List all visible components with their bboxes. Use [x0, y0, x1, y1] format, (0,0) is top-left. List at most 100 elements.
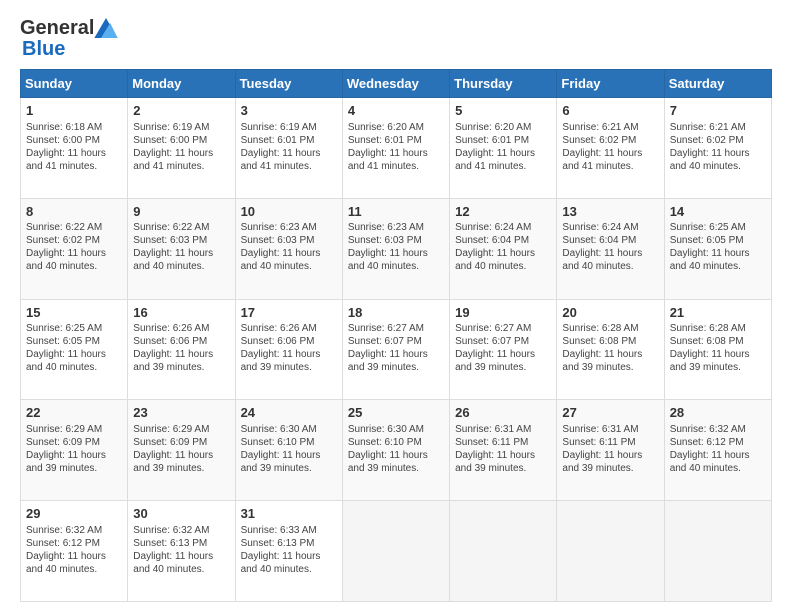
day-info: Sunrise: 6:22 AM Sunset: 6:02 PM Dayligh… [26, 221, 122, 273]
day-info: Sunrise: 6:18 AM Sunset: 6:00 PM Dayligh… [26, 121, 122, 173]
day-number: 21 [670, 304, 766, 322]
calendar-day [450, 501, 557, 602]
calendar-day: 16Sunrise: 6:26 AM Sunset: 6:06 PM Dayli… [128, 299, 235, 400]
calendar-day: 27Sunrise: 6:31 AM Sunset: 6:11 PM Dayli… [557, 400, 664, 501]
calendar-day: 13Sunrise: 6:24 AM Sunset: 6:04 PM Dayli… [557, 198, 664, 299]
day-number: 16 [133, 304, 229, 322]
day-info: Sunrise: 6:27 AM Sunset: 6:07 PM Dayligh… [348, 322, 444, 374]
day-number: 5 [455, 102, 551, 120]
day-number: 6 [562, 102, 658, 120]
calendar-day: 28Sunrise: 6:32 AM Sunset: 6:12 PM Dayli… [664, 400, 771, 501]
calendar-day: 26Sunrise: 6:31 AM Sunset: 6:11 PM Dayli… [450, 400, 557, 501]
day-number: 2 [133, 102, 229, 120]
day-info: Sunrise: 6:26 AM Sunset: 6:06 PM Dayligh… [133, 322, 229, 374]
day-number: 12 [455, 203, 551, 221]
day-number: 19 [455, 304, 551, 322]
day-info: Sunrise: 6:22 AM Sunset: 6:03 PM Dayligh… [133, 221, 229, 273]
day-number: 28 [670, 404, 766, 422]
calendar-day: 20Sunrise: 6:28 AM Sunset: 6:08 PM Dayli… [557, 299, 664, 400]
day-number: 29 [26, 505, 122, 523]
day-number: 20 [562, 304, 658, 322]
logo-general-text: General [20, 18, 94, 38]
calendar-day: 22Sunrise: 6:29 AM Sunset: 6:09 PM Dayli… [21, 400, 128, 501]
day-number: 15 [26, 304, 122, 322]
day-info: Sunrise: 6:24 AM Sunset: 6:04 PM Dayligh… [455, 221, 551, 273]
calendar-week-3: 15Sunrise: 6:25 AM Sunset: 6:05 PM Dayli… [21, 299, 772, 400]
calendar-week-2: 8Sunrise: 6:22 AM Sunset: 6:02 PM Daylig… [21, 198, 772, 299]
day-info: Sunrise: 6:19 AM Sunset: 6:00 PM Dayligh… [133, 121, 229, 173]
day-number: 8 [26, 203, 122, 221]
day-number: 18 [348, 304, 444, 322]
calendar-day: 6Sunrise: 6:21 AM Sunset: 6:02 PM Daylig… [557, 98, 664, 199]
day-number: 27 [562, 404, 658, 422]
day-number: 3 [241, 102, 337, 120]
day-info: Sunrise: 6:32 AM Sunset: 6:13 PM Dayligh… [133, 524, 229, 576]
calendar-day: 17Sunrise: 6:26 AM Sunset: 6:06 PM Dayli… [235, 299, 342, 400]
day-number: 1 [26, 102, 122, 120]
calendar-header-saturday: Saturday [664, 70, 771, 98]
logo-triangle-icon [94, 18, 118, 38]
day-info: Sunrise: 6:31 AM Sunset: 6:11 PM Dayligh… [562, 423, 658, 475]
day-number: 22 [26, 404, 122, 422]
day-info: Sunrise: 6:25 AM Sunset: 6:05 PM Dayligh… [26, 322, 122, 374]
day-info: Sunrise: 6:25 AM Sunset: 6:05 PM Dayligh… [670, 221, 766, 273]
day-info: Sunrise: 6:23 AM Sunset: 6:03 PM Dayligh… [241, 221, 337, 273]
calendar-day: 5Sunrise: 6:20 AM Sunset: 6:01 PM Daylig… [450, 98, 557, 199]
day-info: Sunrise: 6:23 AM Sunset: 6:03 PM Dayligh… [348, 221, 444, 273]
day-info: Sunrise: 6:21 AM Sunset: 6:02 PM Dayligh… [562, 121, 658, 173]
logo-row: General [20, 18, 118, 38]
calendar-day: 25Sunrise: 6:30 AM Sunset: 6:10 PM Dayli… [342, 400, 449, 501]
calendar-week-1: 1Sunrise: 6:18 AM Sunset: 6:00 PM Daylig… [21, 98, 772, 199]
calendar-day [342, 501, 449, 602]
day-info: Sunrise: 6:30 AM Sunset: 6:10 PM Dayligh… [241, 423, 337, 475]
calendar-day [557, 501, 664, 602]
day-info: Sunrise: 6:32 AM Sunset: 6:12 PM Dayligh… [26, 524, 122, 576]
day-number: 31 [241, 505, 337, 523]
day-number: 11 [348, 203, 444, 221]
calendar-day: 11Sunrise: 6:23 AM Sunset: 6:03 PM Dayli… [342, 198, 449, 299]
day-info: Sunrise: 6:21 AM Sunset: 6:02 PM Dayligh… [670, 121, 766, 173]
day-number: 25 [348, 404, 444, 422]
day-info: Sunrise: 6:32 AM Sunset: 6:12 PM Dayligh… [670, 423, 766, 475]
day-info: Sunrise: 6:28 AM Sunset: 6:08 PM Dayligh… [670, 322, 766, 374]
day-info: Sunrise: 6:33 AM Sunset: 6:13 PM Dayligh… [241, 524, 337, 576]
calendar-header-row: SundayMondayTuesdayWednesdayThursdayFrid… [21, 70, 772, 98]
calendar-day: 21Sunrise: 6:28 AM Sunset: 6:08 PM Dayli… [664, 299, 771, 400]
calendar-week-4: 22Sunrise: 6:29 AM Sunset: 6:09 PM Dayli… [21, 400, 772, 501]
calendar-header-wednesday: Wednesday [342, 70, 449, 98]
day-number: 4 [348, 102, 444, 120]
day-info: Sunrise: 6:24 AM Sunset: 6:04 PM Dayligh… [562, 221, 658, 273]
calendar-day: 14Sunrise: 6:25 AM Sunset: 6:05 PM Dayli… [664, 198, 771, 299]
calendar-day: 24Sunrise: 6:30 AM Sunset: 6:10 PM Dayli… [235, 400, 342, 501]
calendar-day: 30Sunrise: 6:32 AM Sunset: 6:13 PM Dayli… [128, 501, 235, 602]
calendar-day: 19Sunrise: 6:27 AM Sunset: 6:07 PM Dayli… [450, 299, 557, 400]
calendar-day: 9Sunrise: 6:22 AM Sunset: 6:03 PM Daylig… [128, 198, 235, 299]
calendar-day: 12Sunrise: 6:24 AM Sunset: 6:04 PM Dayli… [450, 198, 557, 299]
day-info: Sunrise: 6:28 AM Sunset: 6:08 PM Dayligh… [562, 322, 658, 374]
day-info: Sunrise: 6:20 AM Sunset: 6:01 PM Dayligh… [348, 121, 444, 173]
day-info: Sunrise: 6:31 AM Sunset: 6:11 PM Dayligh… [455, 423, 551, 475]
day-info: Sunrise: 6:29 AM Sunset: 6:09 PM Dayligh… [133, 423, 229, 475]
calendar-day: 1Sunrise: 6:18 AM Sunset: 6:00 PM Daylig… [21, 98, 128, 199]
header: GeneralBlue [20, 18, 772, 61]
calendar-header-monday: Monday [128, 70, 235, 98]
day-info: Sunrise: 6:27 AM Sunset: 6:07 PM Dayligh… [455, 322, 551, 374]
day-number: 30 [133, 505, 229, 523]
calendar-day: 7Sunrise: 6:21 AM Sunset: 6:02 PM Daylig… [664, 98, 771, 199]
page: GeneralBlue SundayMondayTuesdayWednesday… [0, 0, 792, 612]
calendar-header-friday: Friday [557, 70, 664, 98]
calendar-day: 8Sunrise: 6:22 AM Sunset: 6:02 PM Daylig… [21, 198, 128, 299]
calendar-day: 23Sunrise: 6:29 AM Sunset: 6:09 PM Dayli… [128, 400, 235, 501]
calendar-header-sunday: Sunday [21, 70, 128, 98]
calendar-header-tuesday: Tuesday [235, 70, 342, 98]
calendar-day: 31Sunrise: 6:33 AM Sunset: 6:13 PM Dayli… [235, 501, 342, 602]
day-number: 24 [241, 404, 337, 422]
day-info: Sunrise: 6:29 AM Sunset: 6:09 PM Dayligh… [26, 423, 122, 475]
logo-blue-text: Blue [22, 38, 65, 60]
calendar-header-thursday: Thursday [450, 70, 557, 98]
calendar-day: 18Sunrise: 6:27 AM Sunset: 6:07 PM Dayli… [342, 299, 449, 400]
calendar-day: 29Sunrise: 6:32 AM Sunset: 6:12 PM Dayli… [21, 501, 128, 602]
day-info: Sunrise: 6:26 AM Sunset: 6:06 PM Dayligh… [241, 322, 337, 374]
day-number: 23 [133, 404, 229, 422]
calendar-day: 3Sunrise: 6:19 AM Sunset: 6:01 PM Daylig… [235, 98, 342, 199]
